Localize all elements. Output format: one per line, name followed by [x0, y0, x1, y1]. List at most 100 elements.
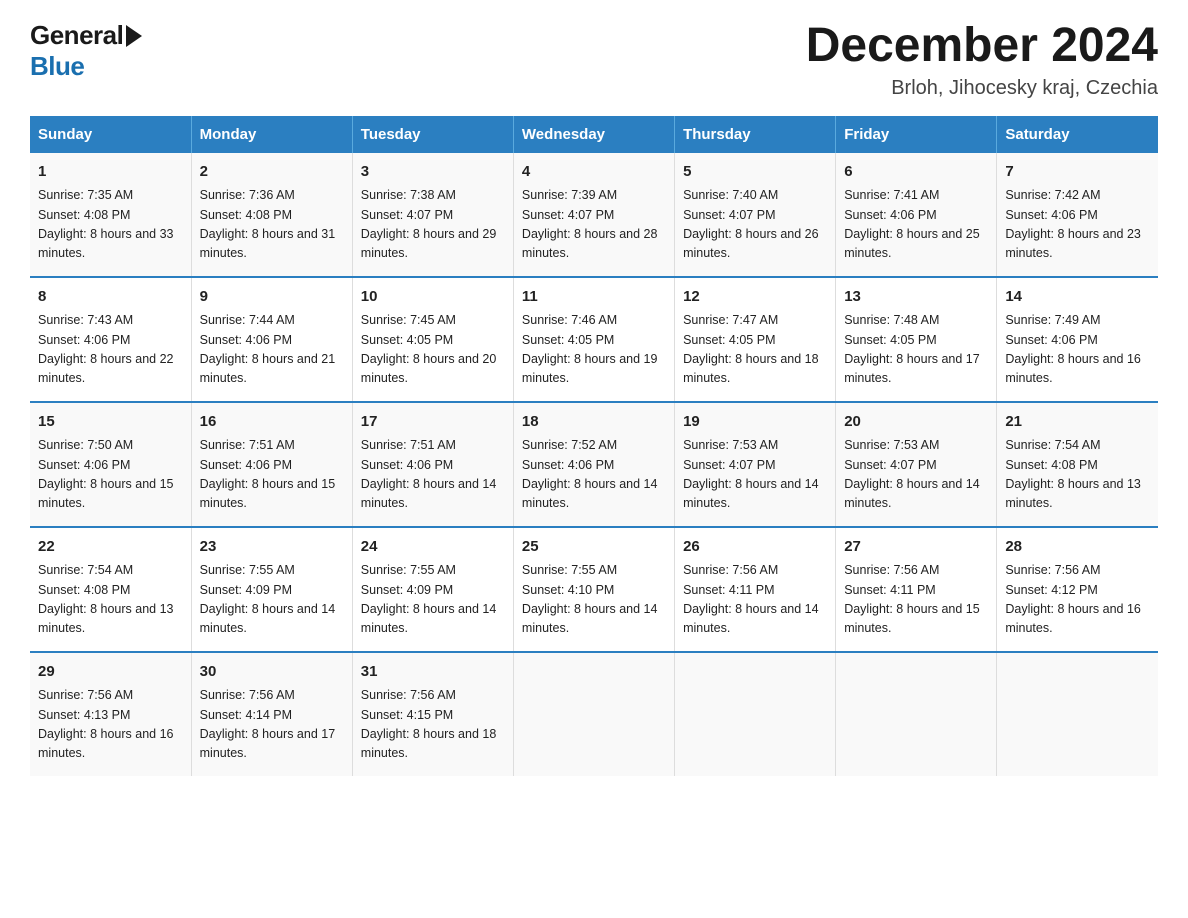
sunset-label: Sunset: 4:06 PM	[200, 458, 292, 472]
col-friday: Friday	[836, 116, 997, 153]
day-cell: 6 Sunrise: 7:41 AM Sunset: 4:06 PM Dayli…	[836, 153, 997, 277]
day-cell: 2 Sunrise: 7:36 AM Sunset: 4:08 PM Dayli…	[191, 153, 352, 277]
col-wednesday: Wednesday	[513, 116, 674, 153]
week-row-1: 1 Sunrise: 7:35 AM Sunset: 4:08 PM Dayli…	[30, 153, 1158, 277]
day-info: Sunrise: 7:42 AM Sunset: 4:06 PM Dayligh…	[1005, 186, 1150, 264]
day-info: Sunrise: 7:36 AM Sunset: 4:08 PM Dayligh…	[200, 186, 344, 264]
daylight-label: Daylight: 8 hours and 31 minutes.	[200, 227, 336, 260]
day-number: 12	[683, 286, 827, 309]
col-saturday: Saturday	[997, 116, 1158, 153]
logo: General Blue	[30, 20, 142, 82]
day-info: Sunrise: 7:35 AM Sunset: 4:08 PM Dayligh…	[38, 186, 183, 264]
day-number: 20	[844, 411, 988, 434]
day-number: 26	[683, 536, 827, 559]
day-info: Sunrise: 7:43 AM Sunset: 4:06 PM Dayligh…	[38, 311, 183, 389]
sunset-label: Sunset: 4:10 PM	[522, 583, 614, 597]
sunset-label: Sunset: 4:07 PM	[683, 208, 775, 222]
sunset-label: Sunset: 4:14 PM	[200, 708, 292, 722]
sunset-label: Sunset: 4:15 PM	[361, 708, 453, 722]
day-number: 17	[361, 411, 505, 434]
day-cell	[675, 652, 836, 776]
sunrise-label: Sunrise: 7:56 AM	[844, 563, 939, 577]
day-number: 6	[844, 161, 988, 184]
sunset-label: Sunset: 4:06 PM	[38, 458, 130, 472]
sunset-label: Sunset: 4:06 PM	[38, 333, 130, 347]
day-cell: 1 Sunrise: 7:35 AM Sunset: 4:08 PM Dayli…	[30, 153, 191, 277]
sunrise-label: Sunrise: 7:53 AM	[844, 438, 939, 452]
daylight-label: Daylight: 8 hours and 25 minutes.	[844, 227, 980, 260]
day-cell: 22 Sunrise: 7:54 AM Sunset: 4:08 PM Dayl…	[30, 527, 191, 652]
sunset-label: Sunset: 4:06 PM	[361, 458, 453, 472]
day-info: Sunrise: 7:38 AM Sunset: 4:07 PM Dayligh…	[361, 186, 505, 264]
daylight-label: Daylight: 8 hours and 16 minutes.	[38, 727, 174, 760]
daylight-label: Daylight: 8 hours and 16 minutes.	[1005, 602, 1141, 635]
day-cell	[997, 652, 1158, 776]
day-cell: 31 Sunrise: 7:56 AM Sunset: 4:15 PM Dayl…	[352, 652, 513, 776]
sunset-label: Sunset: 4:05 PM	[844, 333, 936, 347]
sunset-label: Sunset: 4:05 PM	[361, 333, 453, 347]
day-info: Sunrise: 7:53 AM Sunset: 4:07 PM Dayligh…	[683, 436, 827, 514]
sunset-label: Sunset: 4:08 PM	[1005, 458, 1097, 472]
day-info: Sunrise: 7:41 AM Sunset: 4:06 PM Dayligh…	[844, 186, 988, 264]
daylight-label: Daylight: 8 hours and 16 minutes.	[1005, 352, 1141, 385]
daylight-label: Daylight: 8 hours and 14 minutes.	[683, 477, 819, 510]
day-info: Sunrise: 7:55 AM Sunset: 4:09 PM Dayligh…	[361, 561, 505, 639]
day-info: Sunrise: 7:55 AM Sunset: 4:09 PM Dayligh…	[200, 561, 344, 639]
day-number: 22	[38, 536, 183, 559]
daylight-label: Daylight: 8 hours and 26 minutes.	[683, 227, 819, 260]
col-monday: Monday	[191, 116, 352, 153]
header-row: Sunday Monday Tuesday Wednesday Thursday…	[30, 116, 1158, 153]
daylight-label: Daylight: 8 hours and 15 minutes.	[38, 477, 174, 510]
daylight-label: Daylight: 8 hours and 33 minutes.	[38, 227, 174, 260]
sunset-label: Sunset: 4:13 PM	[38, 708, 130, 722]
day-cell	[836, 652, 997, 776]
sunset-label: Sunset: 4:07 PM	[683, 458, 775, 472]
day-info: Sunrise: 7:53 AM Sunset: 4:07 PM Dayligh…	[844, 436, 988, 514]
day-cell: 20 Sunrise: 7:53 AM Sunset: 4:07 PM Dayl…	[836, 402, 997, 527]
day-cell: 19 Sunrise: 7:53 AM Sunset: 4:07 PM Dayl…	[675, 402, 836, 527]
sunrise-label: Sunrise: 7:56 AM	[200, 688, 295, 702]
sunset-label: Sunset: 4:09 PM	[200, 583, 292, 597]
sunset-label: Sunset: 4:07 PM	[361, 208, 453, 222]
day-cell: 26 Sunrise: 7:56 AM Sunset: 4:11 PM Dayl…	[675, 527, 836, 652]
sunset-label: Sunset: 4:11 PM	[683, 583, 775, 597]
daylight-label: Daylight: 8 hours and 20 minutes.	[361, 352, 497, 385]
day-number: 9	[200, 286, 344, 309]
sunset-label: Sunset: 4:06 PM	[1005, 333, 1097, 347]
day-info: Sunrise: 7:54 AM Sunset: 4:08 PM Dayligh…	[1005, 436, 1150, 514]
daylight-label: Daylight: 8 hours and 13 minutes.	[1005, 477, 1141, 510]
sunset-label: Sunset: 4:06 PM	[844, 208, 936, 222]
col-thursday: Thursday	[675, 116, 836, 153]
sunrise-label: Sunrise: 7:39 AM	[522, 188, 617, 202]
week-row-3: 15 Sunrise: 7:50 AM Sunset: 4:06 PM Dayl…	[30, 402, 1158, 527]
day-cell: 12 Sunrise: 7:47 AM Sunset: 4:05 PM Dayl…	[675, 277, 836, 402]
day-cell: 3 Sunrise: 7:38 AM Sunset: 4:07 PM Dayli…	[352, 153, 513, 277]
sunrise-label: Sunrise: 7:50 AM	[38, 438, 133, 452]
daylight-label: Daylight: 8 hours and 14 minutes.	[522, 602, 658, 635]
daylight-label: Daylight: 8 hours and 22 minutes.	[38, 352, 174, 385]
sunrise-label: Sunrise: 7:55 AM	[361, 563, 456, 577]
day-info: Sunrise: 7:56 AM Sunset: 4:12 PM Dayligh…	[1005, 561, 1150, 639]
day-info: Sunrise: 7:56 AM Sunset: 4:11 PM Dayligh…	[683, 561, 827, 639]
sunrise-label: Sunrise: 7:55 AM	[200, 563, 295, 577]
sunrise-label: Sunrise: 7:41 AM	[844, 188, 939, 202]
location-text: Brloh, Jihocesky kraj, Czechia	[806, 77, 1158, 100]
sunrise-label: Sunrise: 7:36 AM	[200, 188, 295, 202]
daylight-label: Daylight: 8 hours and 14 minutes.	[844, 477, 980, 510]
day-number: 29	[38, 661, 183, 684]
sunset-label: Sunset: 4:06 PM	[522, 458, 614, 472]
day-number: 8	[38, 286, 183, 309]
daylight-label: Daylight: 8 hours and 15 minutes.	[200, 477, 336, 510]
day-cell: 10 Sunrise: 7:45 AM Sunset: 4:05 PM Dayl…	[352, 277, 513, 402]
week-row-4: 22 Sunrise: 7:54 AM Sunset: 4:08 PM Dayl…	[30, 527, 1158, 652]
logo-general-text: General	[30, 20, 123, 51]
day-info: Sunrise: 7:48 AM Sunset: 4:05 PM Dayligh…	[844, 311, 988, 389]
sunrise-label: Sunrise: 7:52 AM	[522, 438, 617, 452]
day-number: 19	[683, 411, 827, 434]
sunset-label: Sunset: 4:09 PM	[361, 583, 453, 597]
sunrise-label: Sunrise: 7:35 AM	[38, 188, 133, 202]
page-header: General Blue December 2024 Brloh, Jihoce…	[30, 20, 1158, 100]
day-info: Sunrise: 7:39 AM Sunset: 4:07 PM Dayligh…	[522, 186, 666, 264]
day-cell: 24 Sunrise: 7:55 AM Sunset: 4:09 PM Dayl…	[352, 527, 513, 652]
daylight-label: Daylight: 8 hours and 18 minutes.	[683, 352, 819, 385]
